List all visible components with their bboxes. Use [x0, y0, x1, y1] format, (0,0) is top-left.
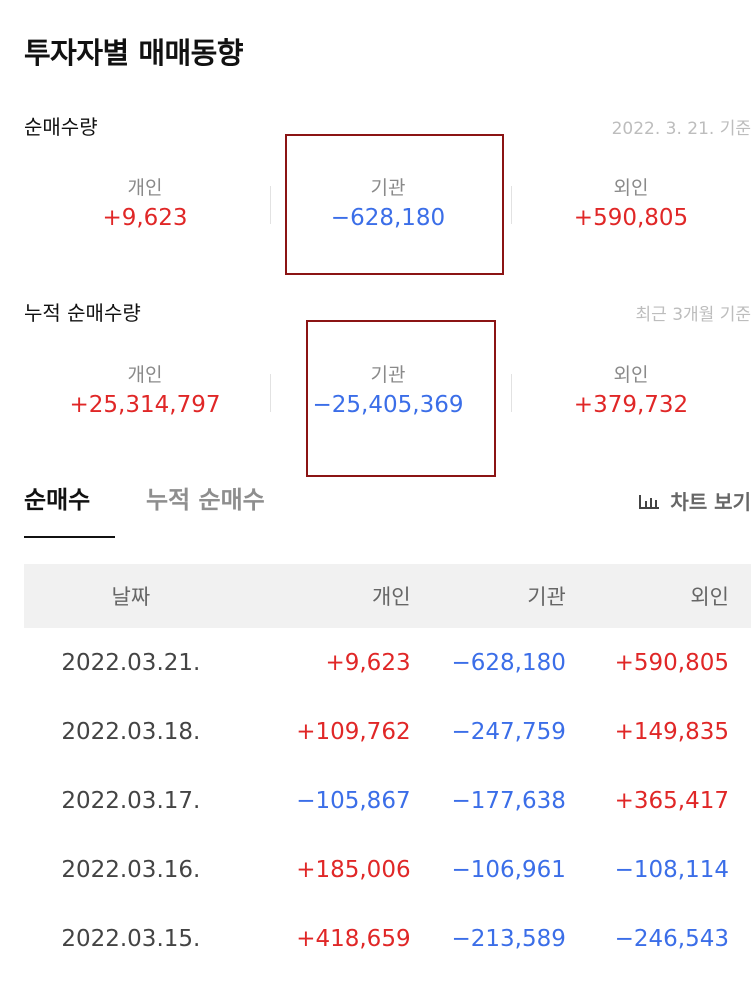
- stat-label: 외인: [613, 364, 649, 386]
- cell-date: 2022.03.17.: [61, 787, 201, 814]
- net-individual-stat: 개인 +9,623: [25, 173, 265, 231]
- stat-label: 개인: [127, 364, 163, 386]
- cell-individual: −105,867: [296, 787, 411, 814]
- stat-value: +25,314,797: [69, 392, 221, 418]
- cell-date: 2022.03.16.: [61, 856, 201, 883]
- highlight-box: [285, 134, 504, 275]
- net-volume-label: 순매수량: [24, 115, 98, 139]
- stat-value: +379,732: [573, 392, 689, 418]
- tab-net-buy[interactable]: 순매수: [24, 480, 90, 515]
- cell-institution: −106,961: [451, 856, 566, 883]
- bar-chart-icon: [639, 494, 660, 509]
- cumulative-date: 최근 3개월 기준: [635, 305, 751, 325]
- cumulative-label: 누적 순매수량: [24, 301, 141, 325]
- header-individual: 개인: [371, 585, 411, 609]
- cell-individual: +418,659: [296, 925, 411, 952]
- cell-foreign: −246,543: [614, 925, 729, 952]
- net-foreign-stat: 외인 +590,805: [511, 173, 751, 231]
- cell-institution: −177,638: [451, 787, 566, 814]
- highlight-box: [306, 320, 496, 477]
- cell-foreign: −108,114: [614, 856, 729, 883]
- header-institution: 기관: [527, 585, 566, 609]
- stat-value: +590,805: [573, 205, 689, 231]
- header-date: 날짜: [111, 585, 151, 609]
- net-volume-date: 2022. 3. 21. 기준: [611, 119, 751, 139]
- cum-individual-stat: 개인 +25,314,797: [25, 360, 265, 418]
- page-title: 투자자별 매매동향: [24, 36, 244, 70]
- stat-value: +9,623: [102, 205, 188, 231]
- cell-date: 2022.03.21.: [61, 649, 201, 676]
- stat-label: 외인: [613, 177, 649, 199]
- table-row: 2022.03.21. +9,623 −628,180 +590,805: [24, 628, 751, 697]
- cell-foreign: +590,805: [614, 649, 729, 676]
- tab-cumulative-net-buy[interactable]: 누적 순매수: [146, 480, 265, 515]
- table-row: 2022.03.15. +418,659 −213,589 −246,543: [24, 904, 751, 973]
- cell-institution: −628,180: [451, 649, 566, 676]
- table-header-row: 날짜 개인 기관 외인: [24, 564, 751, 628]
- cell-date: 2022.03.18.: [61, 718, 201, 745]
- cell-foreign: +365,417: [614, 787, 729, 814]
- chart-view-button[interactable]: 차트 보기: [638, 486, 751, 515]
- stat-label: 개인: [127, 177, 163, 199]
- cell-date: 2022.03.15.: [61, 925, 201, 952]
- cum-foreign-stat: 외인 +379,732: [511, 360, 751, 418]
- active-tab-indicator: [24, 536, 115, 538]
- header-foreign: 외인: [690, 585, 729, 609]
- table-row: 2022.03.16. +185,006 −106,961 −108,114: [24, 835, 751, 904]
- table-row: 2022.03.17. −105,867 −177,638 +365,417: [24, 766, 751, 835]
- chart-view-label: 차트 보기: [670, 490, 751, 514]
- cell-institution: −247,759: [451, 718, 566, 745]
- cell-individual: +185,006: [296, 856, 411, 883]
- cell-individual: +109,762: [296, 718, 411, 745]
- cell-institution: −213,589: [451, 925, 566, 952]
- cell-individual: +9,623: [325, 649, 411, 676]
- trading-table: 날짜 개인 기관 외인 2022.03.21. +9,623 −628,180 …: [24, 564, 751, 973]
- table-row: 2022.03.18. +109,762 −247,759 +149,835: [24, 697, 751, 766]
- cell-foreign: +149,835: [614, 718, 729, 745]
